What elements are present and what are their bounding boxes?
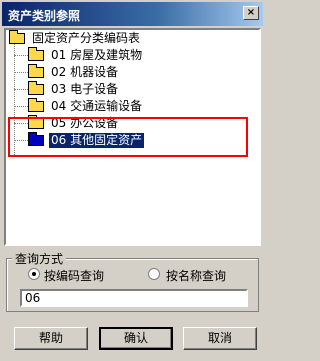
tree-item-label: 03 电子设备 xyxy=(51,82,119,96)
tree-root-label: 固定资产分类编码表 xyxy=(32,31,141,45)
folder-icon xyxy=(28,47,44,61)
radio-by-name[interactable] xyxy=(148,268,160,280)
ok-button[interactable]: 确认 xyxy=(99,327,173,350)
query-group-title: 查询方式 xyxy=(12,250,67,267)
radio-by-code[interactable] xyxy=(28,268,40,280)
tree-connector-line xyxy=(14,72,28,73)
radio-by-code-label[interactable]: 按编码查询 xyxy=(44,267,104,284)
query-input[interactable]: 06 xyxy=(20,289,248,307)
cancel-button[interactable]: 取消 xyxy=(183,327,257,350)
tree-connector-line xyxy=(14,89,28,90)
folder-icon xyxy=(28,81,44,95)
tree-connector-line xyxy=(14,106,28,107)
folder-open-icon xyxy=(9,30,25,44)
highlight-box xyxy=(8,117,248,157)
help-button[interactable]: 帮助 xyxy=(14,327,88,350)
title-bar[interactable]: 资产类别参照 × xyxy=(2,2,263,26)
tree-item-label: 01 房屋及建筑物 xyxy=(51,48,143,62)
tree-connector-line xyxy=(14,55,28,56)
radio-by-name-label[interactable]: 按名称查询 xyxy=(166,267,226,284)
asset-category-dialog: 资产类别参照 × 固定资产分类编码表 01 房屋及建筑物 02 机器设备 03 … xyxy=(0,0,265,361)
window-title: 资产类别参照 xyxy=(8,9,81,23)
tree-item-label: 02 机器设备 xyxy=(51,65,119,79)
close-button[interactable]: × xyxy=(243,6,259,20)
tree-item-label: 04 交通运输设备 xyxy=(51,99,143,113)
folder-icon xyxy=(28,64,44,78)
folder-icon xyxy=(28,98,44,112)
